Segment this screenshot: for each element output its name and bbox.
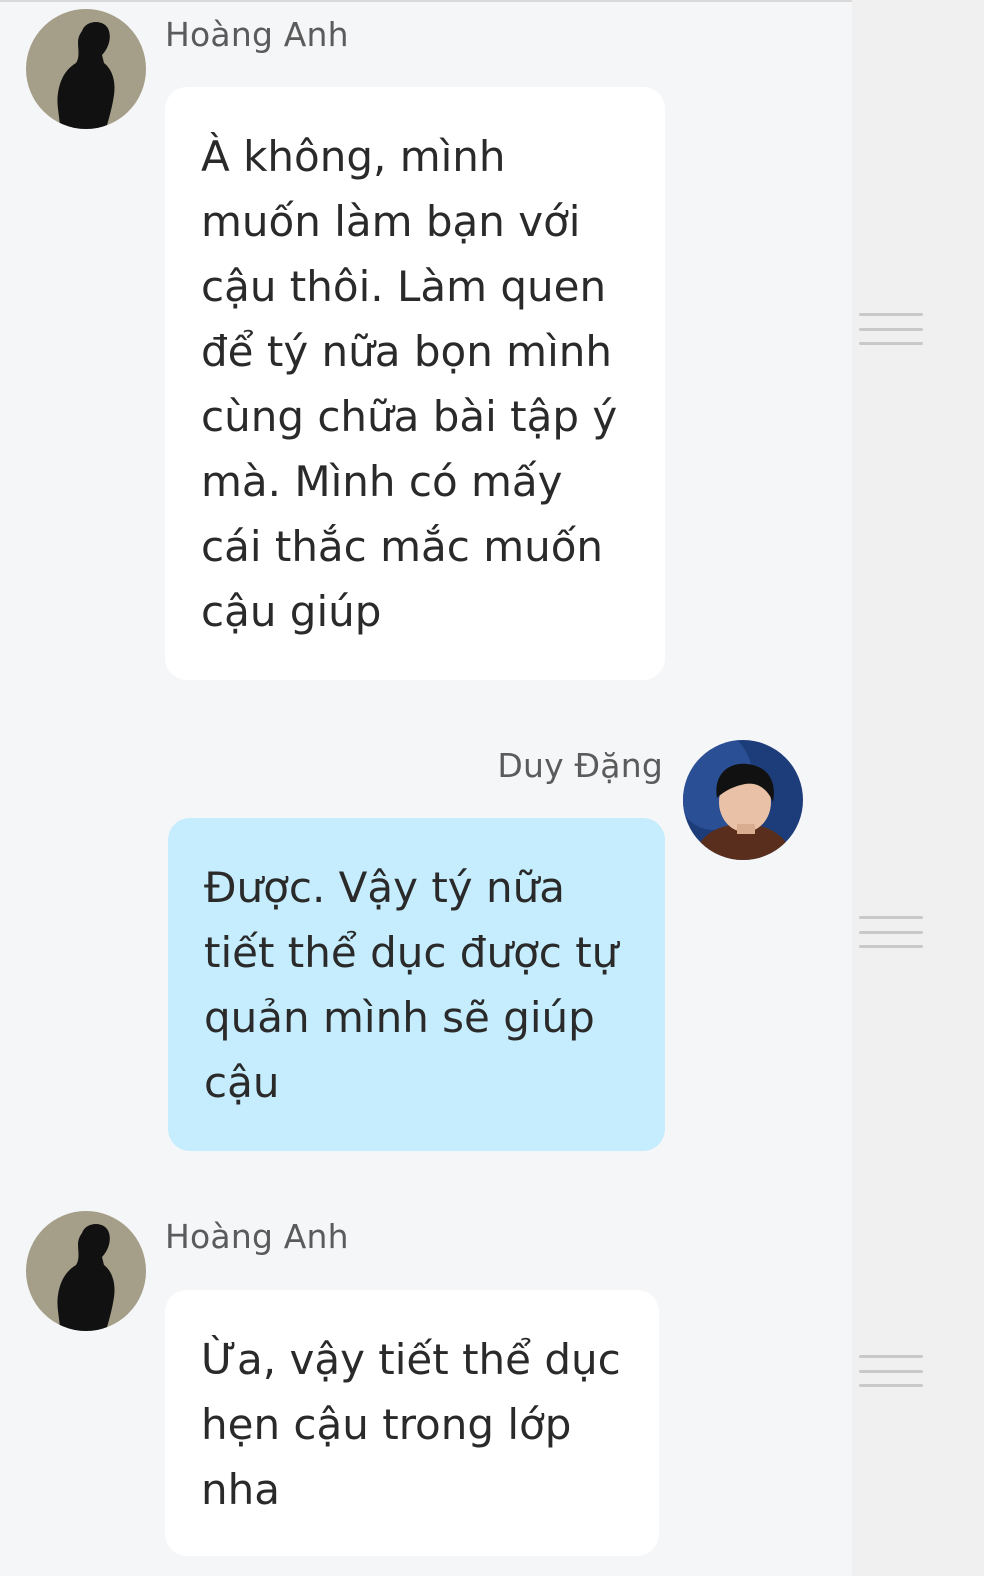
silhouette-avatar-icon: [26, 9, 146, 129]
message-bubble[interactable]: Được. Vậy tý nữa tiết thể dục được tự qu…: [168, 818, 665, 1151]
side-panel: [852, 0, 984, 1576]
sender-avatar[interactable]: [683, 740, 803, 860]
drag-handle-icon[interactable]: [859, 313, 923, 345]
sender-name: Hoàng Anh: [165, 1217, 349, 1256]
drag-handle-icon[interactable]: [859, 916, 923, 948]
sender-avatar[interactable]: [26, 1211, 146, 1331]
top-divider: [0, 0, 984, 2]
photo-avatar-icon: [683, 740, 803, 860]
message-bubble[interactable]: À không, mình muốn làm bạn với cậu thôi.…: [165, 87, 665, 680]
silhouette-avatar-icon: [26, 1211, 146, 1331]
sender-avatar[interactable]: [26, 9, 146, 129]
sender-name: Hoàng Anh: [165, 15, 349, 54]
sender-name: Duy Đặng: [497, 746, 663, 785]
drag-handle-icon[interactable]: [859, 1355, 923, 1387]
message-bubble[interactable]: Ừa, vậy tiết thể dục hẹn cậu trong lớp n…: [165, 1290, 659, 1556]
